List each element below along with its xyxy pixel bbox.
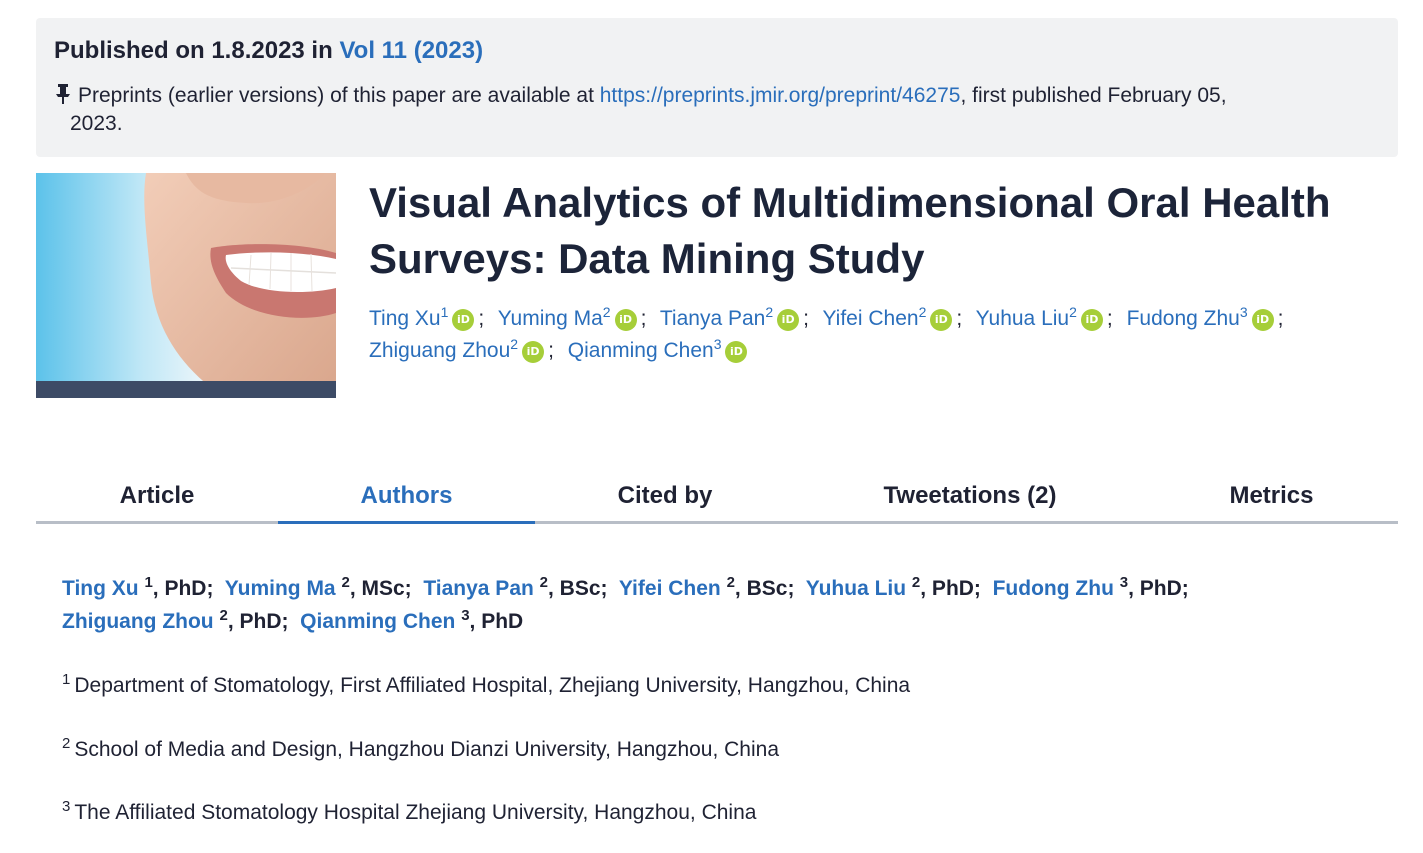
affiliation-number: 3 [62,798,71,815]
article-thumbnail-image [36,173,336,398]
affiliation-number: 1 [62,671,71,688]
orcid-icon[interactable]: iD [452,309,475,331]
orcid-icon[interactable]: iD [1080,309,1103,331]
orcid-icon[interactable]: iD [1251,309,1274,331]
orcid-icon[interactable]: iD [725,341,748,363]
orcid-icon[interactable]: iD [777,309,800,331]
pin-icon [56,84,70,104]
tab-authors[interactable]: Authors [278,470,535,524]
author-link[interactable]: Fudong Zhu [993,577,1114,600]
author-link[interactable]: Yuming Ma2 [498,305,611,330]
published-date-text: Published on 1.8.2023 in [54,37,333,64]
preprint-notice: Preprints (earlier versions) of this pap… [54,82,1380,138]
affiliation-text: School of Media and Design, Hangzhou Dia… [74,738,780,761]
affiliation-item: 2 School of Media and Design, Hangzhou Di… [62,736,1362,764]
author-link[interactable]: Ting Xu1 [369,305,448,330]
author-link[interactable]: Yifei Chen2 [822,305,926,330]
author-link[interactable]: Ting Xu [62,577,139,600]
author-link[interactable]: Qianming Chen [300,610,455,633]
tab-cited-by[interactable]: Cited by [535,470,795,521]
preprint-text: Preprints (earlier versions) of this pap… [78,84,594,107]
published-line: Published on 1.8.2023 in Vol 11 (2023) [54,36,1380,66]
volume-link[interactable]: Vol 11 (2023) [339,37,483,64]
article-tabs: Article Authors Cited by Tweetations (2)… [36,470,1398,524]
tab-article[interactable]: Article [36,470,278,521]
preprint-year: 2023. [70,112,123,135]
author-link[interactable]: Zhiguang Zhou [62,610,214,633]
tab-metrics[interactable]: Metrics [1145,470,1398,521]
author-link[interactable]: Zhiguang Zhou2 [369,337,518,362]
author-link[interactable]: Yuhua Liu [806,577,906,600]
affiliation-item: 1 Department of Stomatology, First Affili… [62,672,1362,700]
tab-tweetations[interactable]: Tweetations (2) [795,470,1145,521]
author-link[interactable]: Yuming Ma [225,577,336,600]
smile-illustration [36,173,336,398]
authors-detail-list: Ting Xu 1, PhD; Yuming Ma 2, MSc; Tianya… [62,574,1189,633]
author-link[interactable]: Yuhua Liu2 [976,305,1077,330]
orcid-icon[interactable]: iD [614,309,637,331]
orcid-icon[interactable]: iD [930,309,953,331]
article-title: Visual Analytics of Multidimensional Ora… [369,179,1331,282]
author-link[interactable]: Tianya Pan [423,577,534,600]
affiliation-number: 2 [62,735,71,752]
affiliation-item: 3 The Affiliated Stomatology Hospital Zhe… [62,799,1362,827]
orcid-icon[interactable]: iD [522,341,545,363]
preprint-link[interactable]: https://preprints.jmir.org/preprint/4627… [600,84,961,107]
preprint-suffix: , first published February 05, [960,84,1227,107]
publication-info-panel: Published on 1.8.2023 in Vol 11 (2023) P… [36,18,1398,157]
author-link[interactable]: Yifei Chen [619,577,721,600]
author-link[interactable]: Tianya Pan2 [660,305,773,330]
author-list-header: Ting Xu1 iD; Yuming Ma2 iD; Tianya Pan2 iD;… [369,304,1284,363]
author-link[interactable]: Fudong Zhu3 [1127,305,1248,330]
author-link[interactable]: Qianming Chen3 [568,337,722,362]
affiliation-text: The Affiliated Stomatology Hospital Zhej… [74,801,757,824]
affiliation-text: Department of Stomatology, First Affilia… [74,674,911,697]
